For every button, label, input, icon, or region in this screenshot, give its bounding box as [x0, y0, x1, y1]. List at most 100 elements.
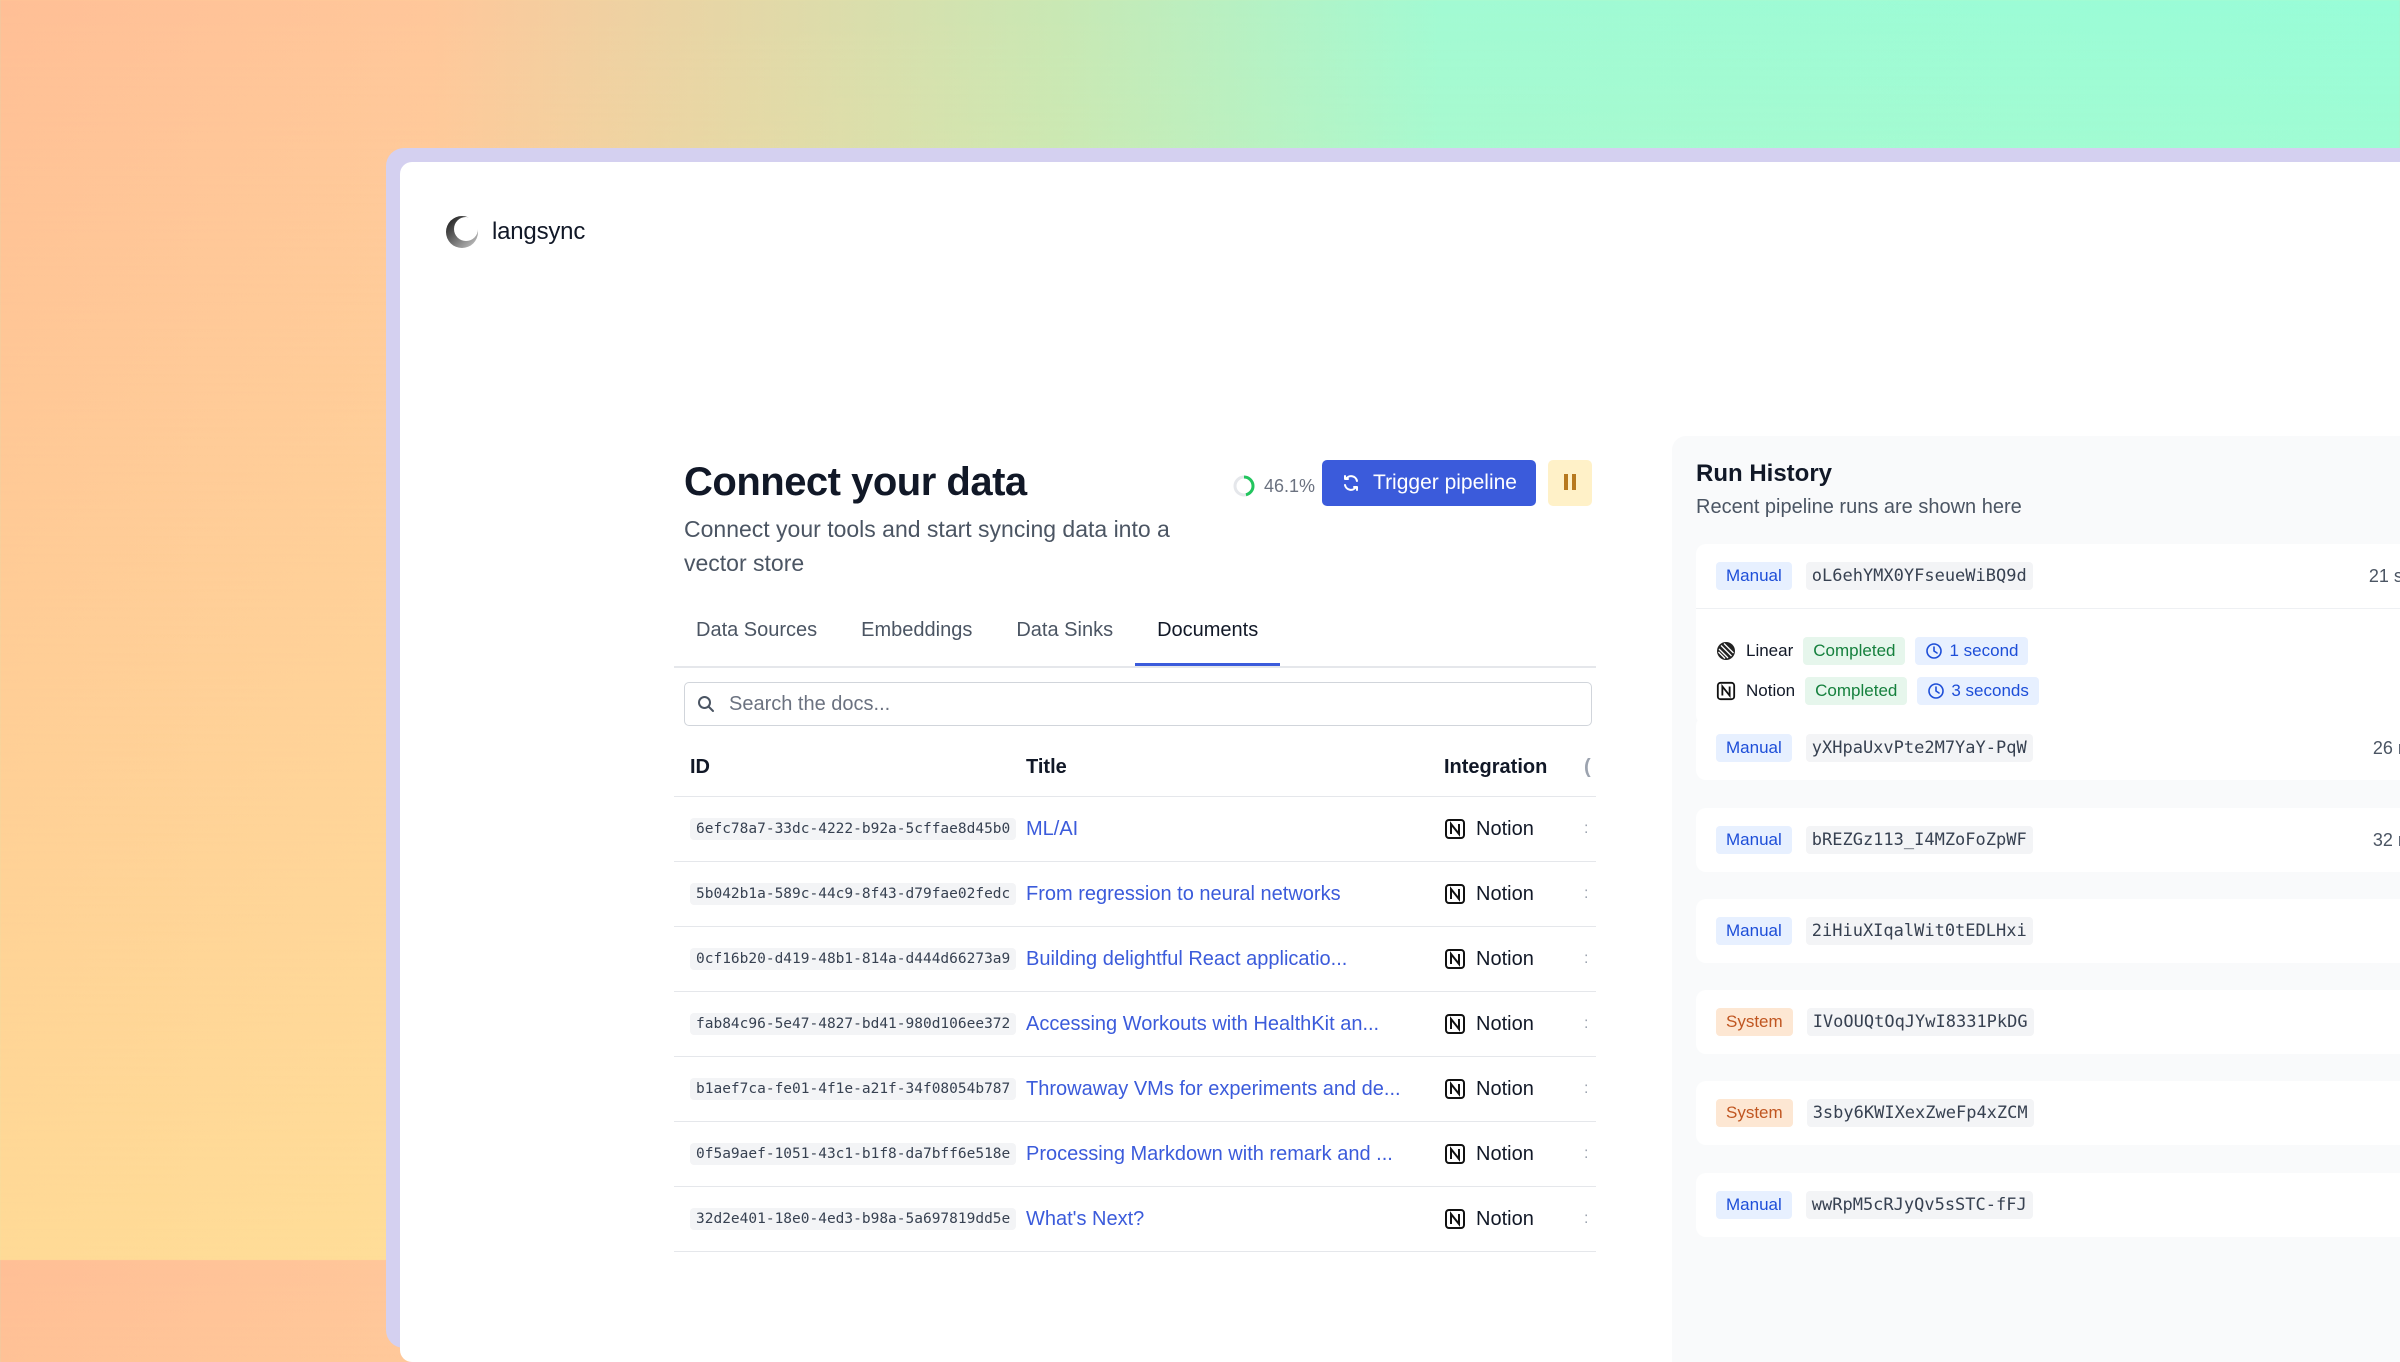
table-row-6[interactable]: 0f5a9aef-1051-43c1-b1f8-da7bff6e518e Pro… [674, 1122, 1596, 1187]
table-row-3[interactable]: 0cf16b20-d419-48b1-814a-d444d66273a9 Bui… [674, 927, 1596, 992]
column-header-title[interactable]: Title [1026, 756, 1444, 779]
page-title: Connect your data [684, 460, 1027, 504]
duration-badge: 1 second [1915, 637, 2029, 665]
progress-ring-icon [1233, 475, 1255, 497]
pause-button[interactable] [1548, 460, 1592, 506]
table-row-2[interactable]: 5b042b1a-589c-44c9-8f43-d79fae02fedc Fro… [674, 862, 1596, 927]
run-type-badge: Manual [1716, 826, 1792, 854]
notion-icon [1445, 949, 1465, 969]
tab-documents[interactable]: Documents [1135, 608, 1281, 666]
document-id: 0cf16b20-d419-48b1-814a-d444d66273a9 [690, 948, 1017, 970]
integration-label: Notion [1476, 1207, 1534, 1230]
run-id: yXHpaUxvPte2M7YaY-PqW [1805, 734, 2033, 762]
document-title-link[interactable]: What's Next? [1026, 1208, 1444, 1231]
document-id: 6efc78a7-33dc-4222-b92a-5cffae8d45b0 [690, 818, 1017, 840]
app-panel: langsync Connect your data Connect your … [400, 162, 2400, 1362]
document-id: b1aef7ca-fe01-4f1e-a21f-34f08054b787 [690, 1078, 1017, 1100]
integration-cell: Notion [1444, 948, 1584, 971]
run-card-7[interactable]: ManualwwRpM5cRJyQv5sSTC-fFJ2 hours ago [1696, 1173, 2400, 1237]
app-name: langsync [492, 218, 586, 245]
run-card-3[interactable]: Manual bREZGz113_I4MZoFoZpWF 32 minutes ag… [1696, 808, 2400, 872]
run-type-badge: System [1716, 1008, 1793, 1036]
document-title-link[interactable]: From regression to neural networks [1026, 883, 1444, 906]
document-title-link[interactable]: ML/AI [1026, 818, 1444, 841]
run-id: bREZGz113_I4MZoFoZpWF [1805, 826, 2033, 854]
run-header: Manual oL6ehYMX0YFseueWiBQ9d 21 seconds ag… [1696, 544, 2400, 608]
documents-table: ID Title Integration ( 6efc78a7-33dc-422… [674, 738, 1596, 1252]
run-header: SystemIVoOUQtOqJYwI8331PkDG2 hours ago [1696, 990, 2400, 1054]
run-card-6[interactable]: System3sby6KWIXexZweFp4xZCM2 hours ago [1696, 1081, 2400, 1145]
integration-label: Notion [1476, 1077, 1534, 1100]
trigger-pipeline-label: Trigger pipeline [1373, 471, 1517, 494]
run-detail-row: Linear Completed 1 second [1716, 631, 2400, 671]
run-card-2[interactable]: Manual yXHpaUxvPte2M7YaY-PqW 26 minutes ag… [1696, 716, 2400, 780]
document-title-link[interactable]: Accessing Workouts with HealthKit an... [1026, 1013, 1444, 1036]
run-type-badge: Manual [1716, 917, 1792, 945]
run-history-title: Run History [1696, 460, 1833, 487]
status-badge: Completed [1805, 677, 1908, 705]
run-timestamp: 26 minutes ago [2372, 737, 2400, 758]
truncated-cell: : [1584, 885, 1589, 902]
table-row-7[interactable]: 32d2e401-18e0-4ed3-b98a-5a697819dd5e Wha… [674, 1187, 1596, 1252]
document-title-link[interactable]: Processing Markdown with remark and ... [1026, 1143, 1444, 1166]
run-header: Manual2iHiuXIqalWit0tEDLHxi1 hour ago [1696, 899, 2400, 963]
run-history-panel: Run History Recent pipeline runs are sho… [1672, 436, 2400, 1362]
brand-logo[interactable]: langsync [444, 214, 585, 250]
run-id: oL6ehYMX0YFseueWiBQ9d [1805, 562, 2033, 590]
notion-icon [1716, 681, 1736, 701]
run-id: IVoOUQtOqJYwI8331PkDG [1806, 1008, 2034, 1036]
run-card-1[interactable]: Manual oL6ehYMX0YFseueWiBQ9d 21 seconds ag… [1696, 544, 2400, 725]
run-timestamp: 21 seconds ago [2368, 565, 2400, 586]
duration-text: 1 second [1949, 641, 2019, 660]
search-input[interactable] [727, 691, 1531, 717]
run-timestamp: 32 minutes ago [2372, 829, 2400, 850]
linear-icon [1717, 642, 1735, 660]
integration-cell: Notion [1444, 1013, 1584, 1036]
document-title-link[interactable]: Throwaway VMs for experiments and de... [1026, 1078, 1444, 1101]
column-header-id[interactable]: ID [674, 756, 1026, 779]
progress-percent: 46.1% [1264, 475, 1316, 496]
document-id: fab84c96-5e47-4827-bd41-980d106ee372 [690, 1013, 1017, 1035]
refresh-icon [1344, 475, 1359, 491]
run-header: Manual yXHpaUxvPte2M7YaY-PqW 26 minutes ag… [1696, 716, 2400, 780]
integration-label: Notion [1476, 882, 1534, 905]
run-card-5[interactable]: SystemIVoOUQtOqJYwI8331PkDG2 hours ago [1696, 990, 2400, 1054]
tab-data-sinks[interactable]: Data Sinks [994, 608, 1135, 666]
integration-label: Notion [1476, 817, 1534, 840]
integration-label: Notion [1476, 1142, 1534, 1165]
run-card-4[interactable]: Manual2iHiuXIqalWit0tEDLHxi1 hour ago [1696, 899, 2400, 963]
integration-cell: Notion [1444, 818, 1584, 841]
tab-data-sources[interactable]: Data Sources [674, 608, 839, 666]
tab-embeddings[interactable]: Embeddings [839, 608, 994, 666]
pause-icon [1562, 473, 1578, 493]
truncated-cell: : [1584, 1080, 1589, 1097]
truncated-cell: : [1584, 1210, 1589, 1227]
column-header-integration[interactable]: Integration [1444, 756, 1584, 779]
truncated-cell: : [1584, 1015, 1589, 1032]
column-header-truncated: ( [1584, 755, 1591, 778]
run-details: Linear Completed 1 second Notion Completed 3 … [1696, 608, 2400, 725]
table-row-1[interactable]: 6efc78a7-33dc-4222-b92a-5cffae8d45b0 ML/… [674, 797, 1596, 862]
table-row-5[interactable]: b1aef7ca-fe01-4f1e-a21f-34f08054b787 Thr… [674, 1057, 1596, 1122]
truncated-cell: : [1584, 950, 1589, 967]
run-type-badge: Manual [1716, 734, 1792, 762]
truncated-cell: : [1584, 1145, 1589, 1162]
run-header: System3sby6KWIXexZweFp4xZCM2 hours ago [1696, 1081, 2400, 1145]
trigger-pipeline-button[interactable]: Trigger pipeline [1322, 460, 1536, 506]
integration-label: Notion [1476, 1012, 1534, 1035]
notion-icon [1445, 884, 1465, 904]
notion-icon [1445, 1209, 1465, 1229]
integration-cell: Notion [1444, 883, 1584, 906]
notion-icon [1445, 1144, 1465, 1164]
integration-cell: Notion [1444, 1143, 1584, 1166]
table-row-4[interactable]: fab84c96-5e47-4827-bd41-980d106ee372 Acc… [674, 992, 1596, 1057]
notion-icon [1445, 1014, 1465, 1034]
document-id: 0f5a9aef-1051-43c1-b1f8-da7bff6e518e [690, 1143, 1017, 1165]
integration-cell: Notion [1444, 1208, 1584, 1231]
duration-text: 3 seconds [1951, 681, 2029, 700]
document-title-link[interactable]: Building delightful React applicatio... [1026, 948, 1444, 971]
search-icon [698, 696, 714, 712]
run-type-badge: System [1716, 1099, 1793, 1127]
duration-badge: 3 seconds [1917, 677, 2039, 705]
run-id: 3sby6KWIXexZweFp4xZCM [1806, 1099, 2034, 1127]
